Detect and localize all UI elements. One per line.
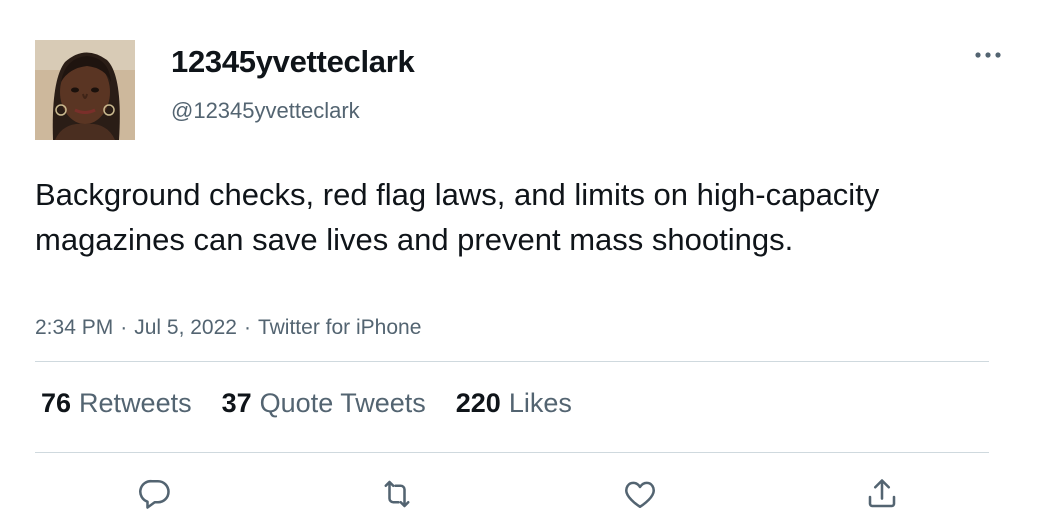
likes-label: Likes bbox=[508, 388, 572, 418]
tweet-text: Background checks, red flag laws, and li… bbox=[35, 177, 880, 257]
heart-icon bbox=[625, 481, 655, 509]
avatar[interactable] bbox=[35, 40, 135, 140]
tweet-date[interactable]: Jul 5, 2022 bbox=[134, 316, 237, 339]
tweet-stats: 76 Retweets 37 Quote Tweets 220 Likes bbox=[41, 388, 572, 419]
meta-separator: · bbox=[243, 316, 251, 339]
display-name[interactable]: 12345yvetteclark bbox=[171, 44, 415, 80]
tweet-time[interactable]: 2:34 PM bbox=[35, 316, 113, 339]
likes-stat[interactable]: 220 Likes bbox=[456, 388, 572, 419]
likes-count: 220 bbox=[455, 388, 501, 418]
meta-separator: · bbox=[120, 316, 128, 339]
more-dots-icon bbox=[975, 52, 1001, 58]
quote-tweets-count: 37 bbox=[221, 388, 252, 418]
user-handle[interactable]: @12345yvetteclark bbox=[171, 98, 360, 124]
like-button[interactable] bbox=[616, 470, 664, 518]
share-button[interactable] bbox=[858, 470, 906, 518]
retweets-count: 76 bbox=[41, 388, 72, 418]
reply-bubble-icon bbox=[139, 479, 170, 509]
quote-tweets-stat[interactable]: 37 Quote Tweets bbox=[222, 388, 426, 419]
reply-button[interactable] bbox=[131, 470, 179, 518]
retweet-arrows-icon bbox=[384, 480, 410, 508]
tweet-detail: 12345yvetteclark @12345yvetteclark Backg… bbox=[0, 0, 1050, 525]
retweet-button[interactable] bbox=[373, 470, 421, 518]
action-bar bbox=[0, 470, 1050, 518]
share-upload-icon bbox=[868, 479, 896, 508]
retweets-label: Retweets bbox=[79, 388, 192, 418]
divider bbox=[35, 452, 989, 453]
retweets-stat[interactable]: 76 Retweets bbox=[41, 388, 192, 419]
tweet-source[interactable]: Twitter for iPhone bbox=[258, 316, 421, 339]
divider bbox=[35, 361, 989, 362]
tweet-meta: 2:34 PM · Jul 5, 2022 · Twitter for iPhone bbox=[35, 316, 421, 340]
quote-tweets-label: Quote Tweets bbox=[259, 388, 426, 418]
more-options-button[interactable] bbox=[966, 40, 1010, 70]
avatar-photo bbox=[35, 40, 135, 140]
